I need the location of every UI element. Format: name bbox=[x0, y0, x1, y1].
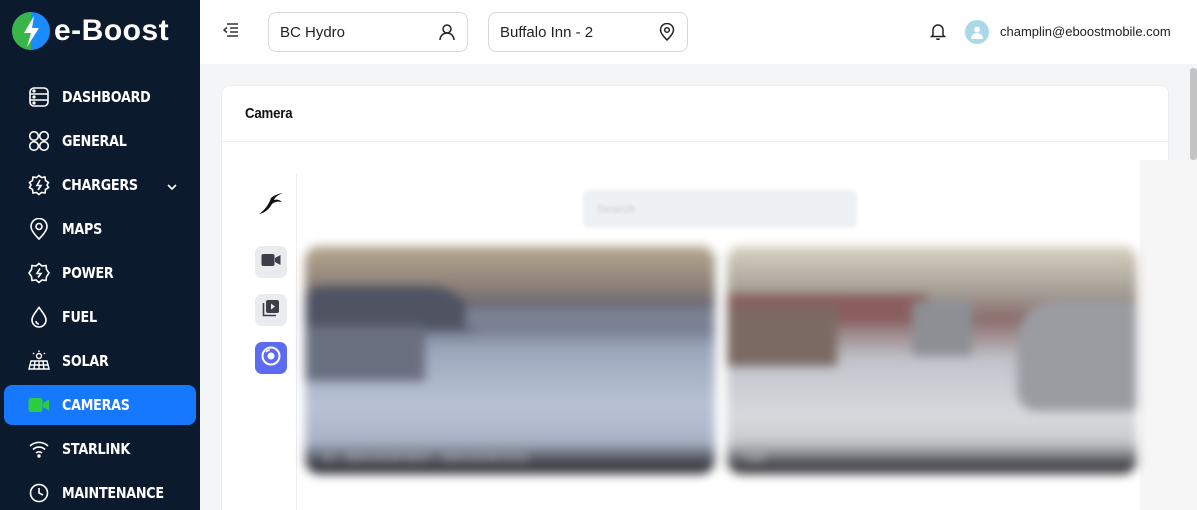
feed-scenery bbox=[727, 306, 837, 366]
viewer-toolbar bbox=[245, 174, 297, 510]
sidebar-nav: DASHBOARD GENERAL CHARGERS MAPS POWER FU… bbox=[0, 77, 200, 510]
sidebar-item-label: SOLAR bbox=[62, 352, 109, 370]
playback-button[interactable] bbox=[255, 294, 287, 326]
sidebar-item-chargers[interactable]: CHARGERS bbox=[4, 165, 196, 205]
site-value: Buffalo Inn - 2 bbox=[500, 23, 594, 41]
camera-viewer: Search 01 - 2024-03-09 08:07 - 2024-03-0… bbox=[245, 174, 1145, 510]
page-title: Camera bbox=[245, 105, 293, 122]
clock-icon bbox=[28, 482, 50, 504]
solar-panel-icon bbox=[28, 350, 50, 372]
feed-scenery bbox=[465, 308, 715, 328]
bird-logo-icon bbox=[257, 188, 285, 222]
sidebar-item-label: GENERAL bbox=[62, 132, 127, 150]
sidebar-item-label: CAMERAS bbox=[62, 396, 130, 414]
feed-overlay: 01 - 2024-03-09 08:07 - 2024-03-09 22:21 bbox=[305, 440, 715, 474]
power-gear-icon bbox=[28, 262, 50, 284]
logo-icon bbox=[10, 10, 52, 52]
sidebar-item-label: CHARGERS bbox=[62, 176, 138, 194]
sidebar-item-label: FUEL bbox=[62, 308, 97, 326]
wifi-icon bbox=[28, 438, 50, 460]
charger-icon bbox=[28, 174, 50, 196]
sidebar-item-maintenance[interactable]: MAINTENANCE bbox=[4, 473, 196, 510]
map-pin-icon bbox=[28, 218, 50, 240]
menu-collapse-icon[interactable] bbox=[222, 22, 242, 42]
sidebar-item-label: DASHBOARD bbox=[62, 88, 151, 106]
feed-scenery bbox=[912, 301, 972, 356]
feed-scenery bbox=[1017, 301, 1137, 411]
chevron-down-icon[interactable] bbox=[166, 178, 178, 196]
sidebar-item-starlink[interactable]: STARLINK bbox=[4, 429, 196, 469]
camera-feed[interactable]: 01 - 2024-03-09 08:07 - 2024-03-09 22:21 bbox=[305, 246, 715, 474]
card-divider bbox=[222, 141, 1168, 142]
organization-selector[interactable]: BC Hydro bbox=[268, 12, 468, 52]
logo-text: e-Boost bbox=[54, 14, 170, 47]
sidebar-item-label: STARLINK bbox=[62, 440, 130, 458]
content-overflow-fade bbox=[1140, 160, 1197, 510]
video-camera-icon bbox=[261, 253, 281, 272]
organization-value: BC Hydro bbox=[280, 23, 346, 41]
grid-circles-icon bbox=[28, 130, 50, 152]
logo[interactable]: e-Boost bbox=[10, 10, 169, 52]
notification-bell-icon[interactable] bbox=[929, 22, 948, 42]
location-pin-icon bbox=[658, 22, 676, 42]
feed-overlay: Live bbox=[727, 440, 1137, 474]
feed-scenery bbox=[305, 326, 425, 381]
camera-search-input[interactable]: Search bbox=[583, 190, 857, 228]
dashboard-icon bbox=[28, 86, 50, 108]
sidebar-item-dashboard[interactable]: DASHBOARD bbox=[4, 77, 196, 117]
sidebar-item-fuel[interactable]: FUEL bbox=[4, 297, 196, 337]
top-header: BC Hydro Buffalo Inn - 2 champlin@eboost… bbox=[200, 0, 1197, 64]
sidebar-item-power[interactable]: POWER bbox=[4, 253, 196, 293]
feed-caption: 01 - 2024-03-09 08:07 - 2024-03-09 22:21 bbox=[323, 452, 529, 464]
feed-scenery bbox=[305, 286, 475, 331]
page-scrollbar[interactable] bbox=[1190, 68, 1197, 160]
sidebar-item-cameras[interactable]: CAMERAS bbox=[4, 385, 196, 425]
sidebar-item-solar[interactable]: SOLAR bbox=[4, 341, 196, 381]
cloud-recording-button[interactable] bbox=[255, 342, 287, 374]
disc-icon bbox=[261, 346, 281, 371]
playback-library-icon bbox=[262, 299, 280, 322]
sidebar-item-label: MAINTENANCE bbox=[62, 484, 164, 502]
user-icon bbox=[438, 23, 456, 41]
sidebar: e-Boost DASHBOARD GENERAL CHARGERS MAPS … bbox=[0, 0, 200, 510]
camera-icon bbox=[28, 394, 50, 416]
sidebar-item-general[interactable]: GENERAL bbox=[4, 121, 196, 161]
camera-feed[interactable]: Live bbox=[727, 246, 1137, 474]
site-selector[interactable]: Buffalo Inn - 2 bbox=[488, 12, 688, 52]
live-view-button[interactable] bbox=[255, 246, 287, 278]
sidebar-item-maps[interactable]: MAPS bbox=[4, 209, 196, 249]
feed-caption: Live bbox=[745, 452, 766, 464]
avatar[interactable] bbox=[965, 20, 989, 44]
sidebar-item-label: MAPS bbox=[62, 220, 103, 238]
fuel-drop-icon bbox=[28, 306, 50, 328]
sidebar-item-label: POWER bbox=[62, 264, 114, 282]
user-email[interactable]: champlin@eboostmobile.com bbox=[1000, 24, 1171, 39]
camera-search-placeholder: Search bbox=[597, 202, 636, 216]
